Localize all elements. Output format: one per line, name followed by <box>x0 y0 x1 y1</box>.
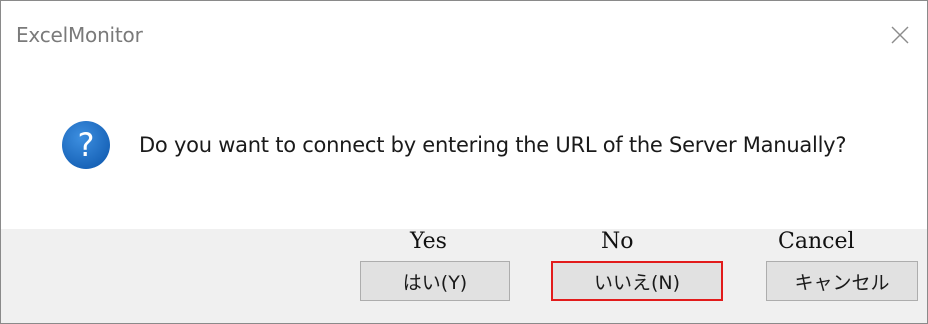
close-icon <box>890 25 910 45</box>
cancel-annotation: Cancel <box>778 229 855 254</box>
dialog-message: Do you want to connect by entering the U… <box>139 133 847 157</box>
no-button-label: いいえ(N) <box>593 271 681 294</box>
svg-text:?: ? <box>78 126 95 164</box>
no-annotation: No <box>601 229 634 254</box>
no-button[interactable]: いいえ(N) <box>551 261 723 301</box>
yes-button[interactable]: はい(Y) <box>360 261 510 301</box>
title-bar: ExcelMonitor <box>1 1 927 69</box>
message-dialog: ExcelMonitor ? Do you want to connect by… <box>0 0 928 324</box>
cancel-button[interactable]: キャンセル <box>766 261 918 301</box>
dialog-title: ExcelMonitor <box>16 23 143 47</box>
yes-button-label: はい(Y) <box>402 271 468 294</box>
button-bar: Yes No Cancel はい(Y) いいえ(N) キャンセル <box>1 229 927 323</box>
close-button[interactable] <box>873 9 927 61</box>
cancel-button-label: キャンセル <box>794 271 890 294</box>
dialog-content: ? Do you want to connect by entering the… <box>1 69 927 229</box>
question-icon: ? <box>61 120 111 170</box>
yes-annotation: Yes <box>410 229 447 254</box>
